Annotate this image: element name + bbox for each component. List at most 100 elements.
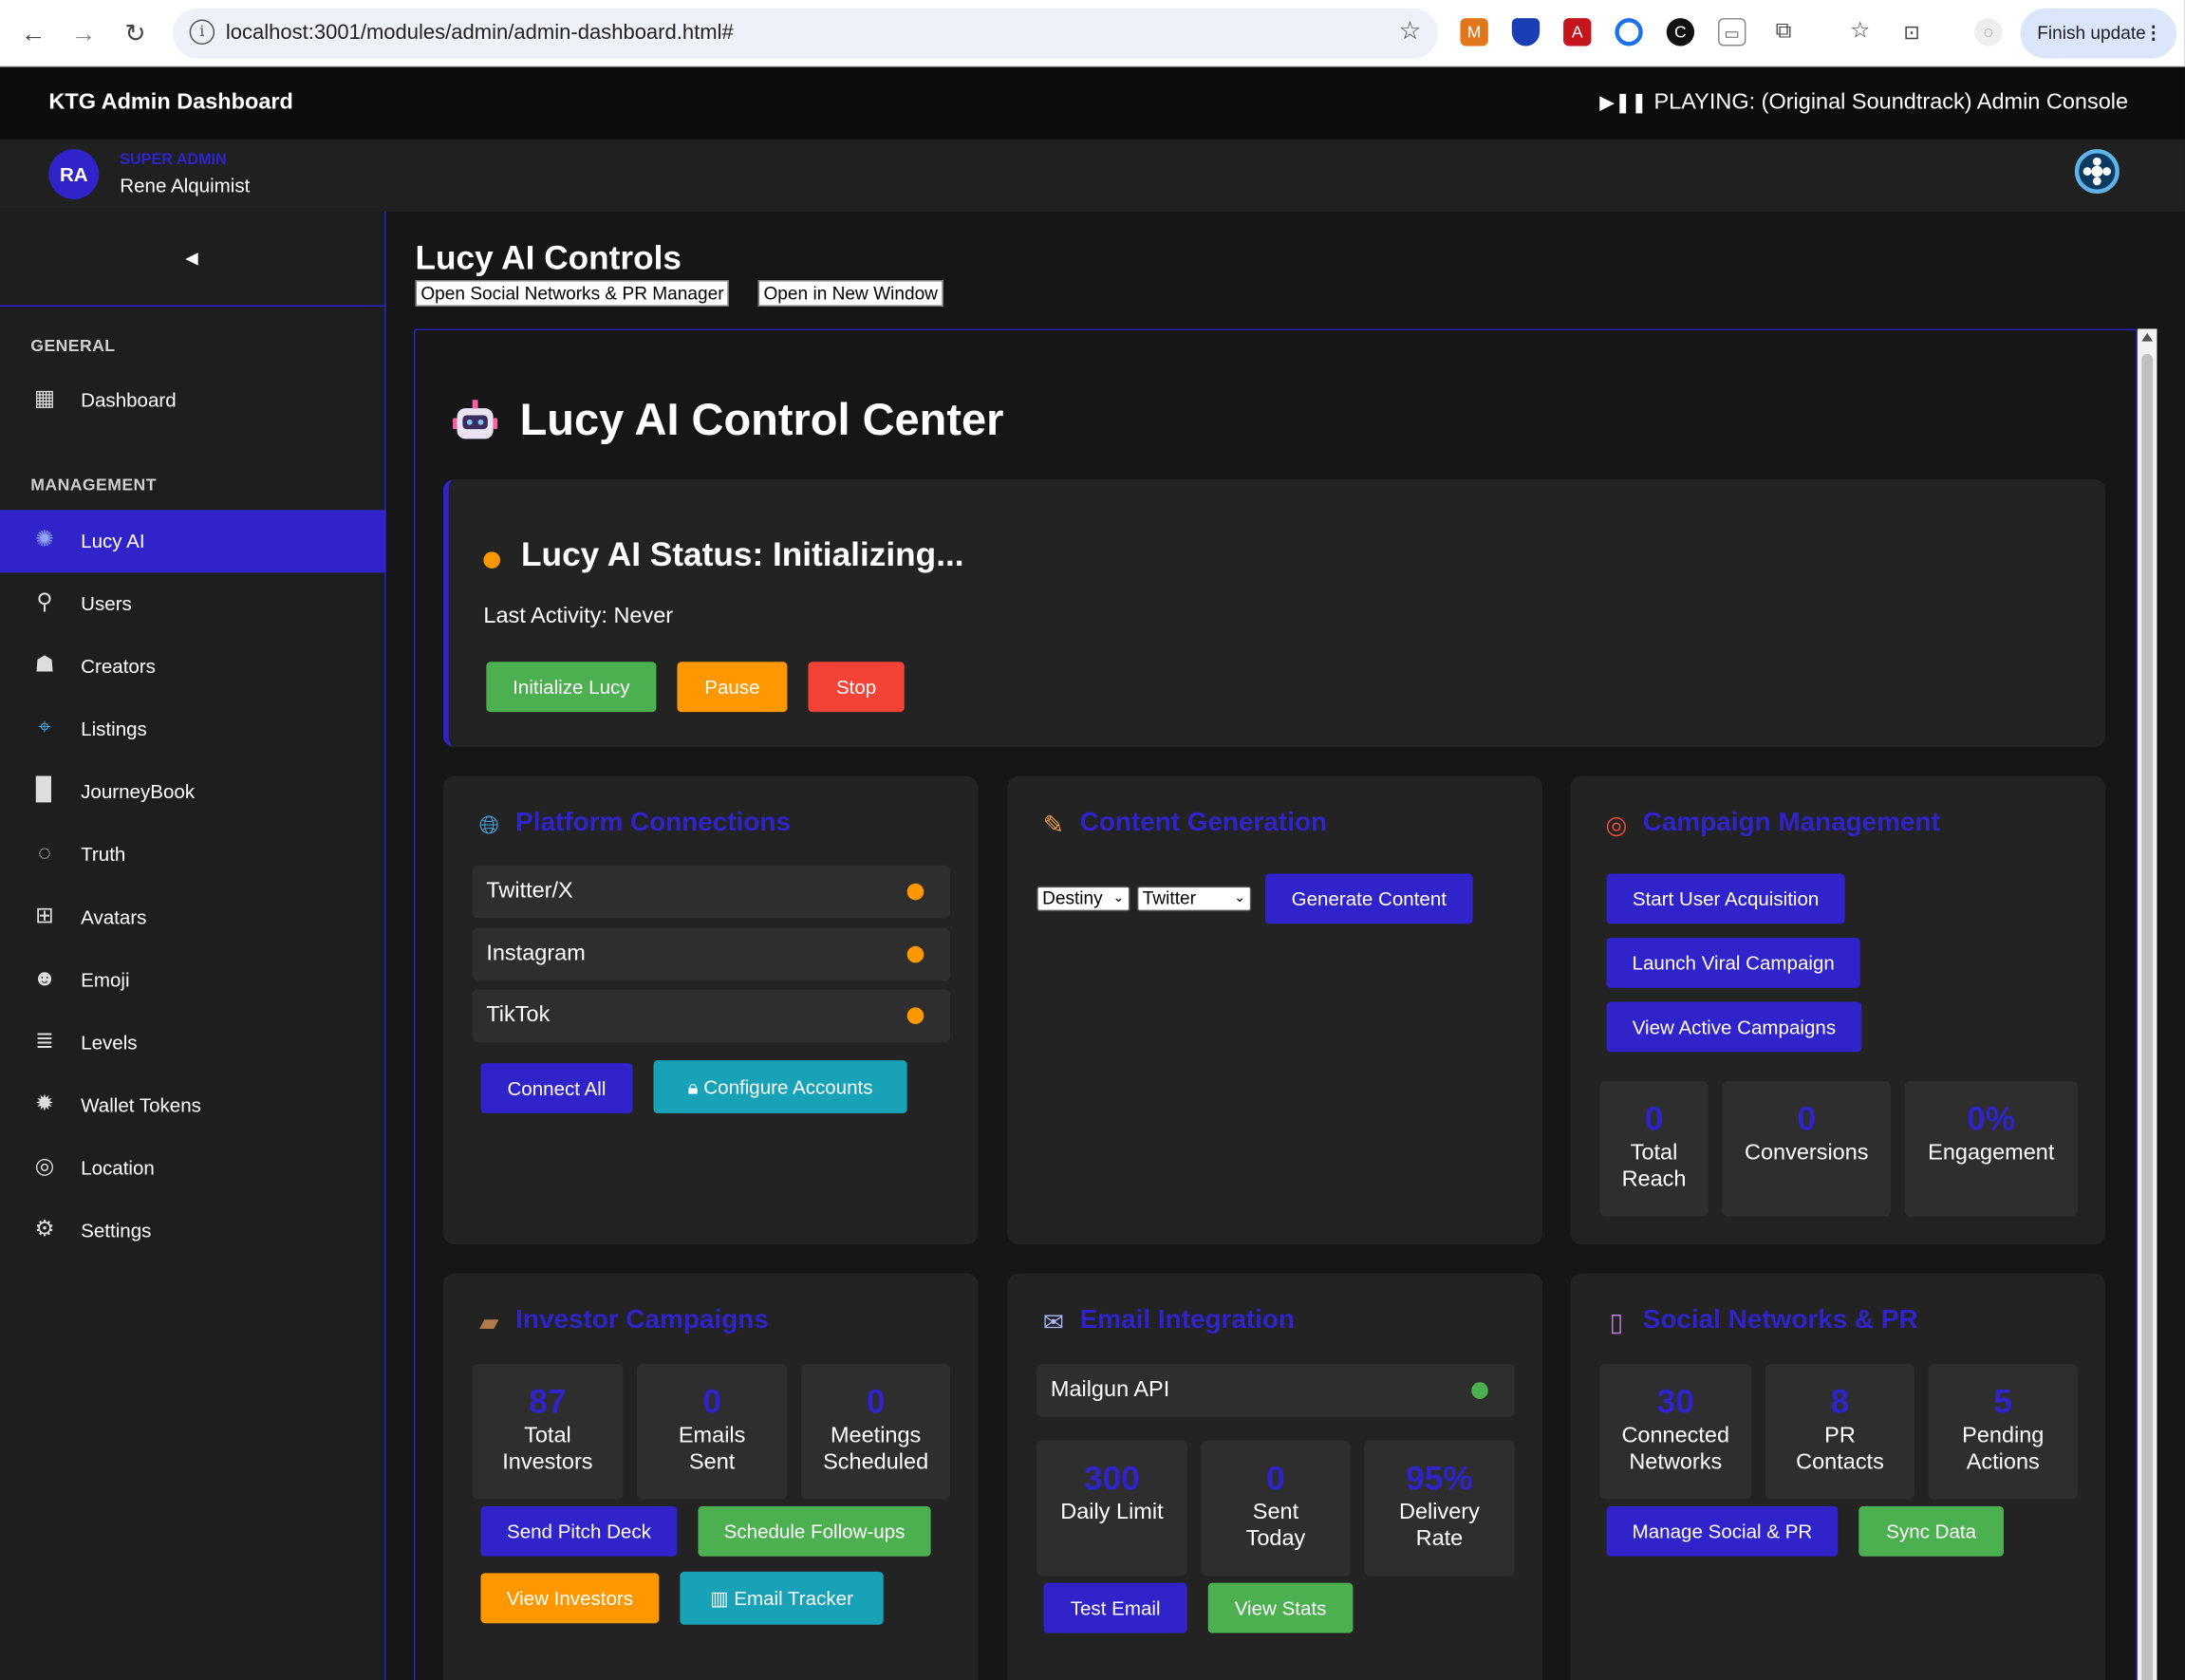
memo-icon: ✎ <box>1042 811 1064 839</box>
collapse-sidebar-icon[interactable]: ◀ <box>185 248 198 268</box>
page-title: Lucy AI Controls <box>415 239 682 278</box>
sidebar-item-settings[interactable]: ⚙ Settings <box>0 1200 386 1262</box>
more-menu-icon[interactable]: ⋮ <box>2144 9 2162 59</box>
sync-data-button[interactable]: Sync Data <box>1858 1505 2004 1557</box>
sidebar-item-journeybook[interactable]: ▉ JourneyBook <box>0 761 386 824</box>
send-pitch-deck-button[interactable]: Send Pitch Deck <box>480 1505 678 1557</box>
bomb-icon: ◌ <box>37 841 51 866</box>
scroll-up-icon[interactable] <box>2141 332 2154 342</box>
forward-icon[interactable]: → <box>66 17 100 50</box>
sidebar-item-label: Creators <box>81 654 156 678</box>
back-icon[interactable]: ← <box>17 17 50 50</box>
schedule-followups-button[interactable]: Schedule Follow-ups <box>698 1505 931 1557</box>
sidebar-item-levels[interactable]: ≣ Levels <box>0 1012 386 1074</box>
launch-viral-campaign-button[interactable]: Launch Viral Campaign <box>1606 937 1860 988</box>
sidebar-item-avatars[interactable]: ⊞ Avatars <box>0 887 386 949</box>
play-pause-icon[interactable]: ▶❚❚ <box>1599 90 1647 114</box>
target-icon: ⌖ <box>38 716 51 740</box>
email-tracker-label: Email Tracker <box>734 1587 853 1610</box>
stat-label: Connected Networks <box>1621 1424 1730 1475</box>
open-new-window-button[interactable]: Open in New Window <box>757 280 943 307</box>
sidebar-item-label: Lucy AI <box>81 529 145 552</box>
sidebar-item-label: Listings <box>81 718 147 740</box>
site-info-icon[interactable]: i <box>189 19 215 45</box>
sidebar: ◀ GENERAL ▦ Dashboard MANAGEMENT ✺ Lucy … <box>0 212 386 1680</box>
open-social-pr-button[interactable]: Open Social Networks & PR Manager <box>415 280 730 307</box>
frame-scrollbar[interactable] <box>2137 328 2157 1680</box>
stat-label: Engagement <box>1928 1141 2055 1166</box>
metamask-extension-icon[interactable]: M <box>1460 18 1488 47</box>
alien-icon: ☻ <box>32 966 57 991</box>
sidebar-item-label: JourneyBook <box>81 780 196 803</box>
pdf-extension-icon[interactable]: A <box>1563 18 1592 47</box>
email-tracker-button[interactable]: ▥ Email Tracker <box>680 1571 884 1625</box>
pause-button[interactable]: Pause <box>677 662 788 713</box>
chevron-down-icon: ⌄ <box>1112 890 1125 906</box>
platform-connections-card: 🌐︎ Platform Connections Twitter/X Instag… <box>442 775 979 1244</box>
persona-select[interactable]: Destiny ⌄ <box>1036 886 1130 912</box>
extensions-puzzle-icon[interactable]: ⧉ <box>1769 18 1798 47</box>
stat-label: PR Contacts <box>1796 1424 1884 1475</box>
start-user-acquisition-button[interactable]: Start User Acquisition <box>1606 873 1845 924</box>
stat-value: 0 <box>702 1383 721 1422</box>
sidebar-item-listings[interactable]: ⌖ Listings <box>0 698 386 760</box>
sidebar-item-lucy-ai[interactable]: ✺ Lucy AI <box>0 510 386 573</box>
reload-icon[interactable]: ↻ <box>119 17 152 50</box>
sidebar-item-emoji[interactable]: ☻ Emoji <box>0 949 386 1012</box>
manage-social-pr-button[interactable]: Manage Social & PR <box>1606 1505 1839 1557</box>
briefcase-icon: ▰ <box>479 1308 499 1336</box>
sidebar-item-label: Emoji <box>81 968 130 991</box>
sidebar-item-users[interactable]: ⚲ Users <box>0 572 386 635</box>
platform-select[interactable]: Twitter ⌄ <box>1136 886 1252 912</box>
profile-avatar-icon[interactable]: ◌ <box>1974 18 2003 47</box>
dark-extension-icon[interactable]: C <box>1666 18 1695 47</box>
connect-all-button[interactable]: Connect All <box>480 1063 633 1113</box>
test-email-button[interactable]: Test Email <box>1043 1582 1187 1633</box>
address-bar[interactable]: i localhost:3001/modules/admin/admin-das… <box>173 8 1438 59</box>
sidebar-divider <box>0 305 386 307</box>
platform-row-twitter: Twitter/X <box>472 865 951 919</box>
url-text[interactable]: localhost:3001/modules/admin/admin-dashb… <box>226 21 734 45</box>
card-title: Platform Connections <box>515 808 791 838</box>
sidebar-item-wallet-tokens[interactable]: ✹ Wallet Tokens <box>0 1074 386 1137</box>
stat-total-reach: 0 Total Reach <box>1599 1081 1709 1217</box>
stat-value: 300 <box>1084 1460 1140 1499</box>
platform-row-tiktok: TikTok <box>472 989 951 1043</box>
sidebar-item-truth[interactable]: ◌ Truth <box>0 824 386 887</box>
stat-value: 5 <box>1993 1383 2013 1422</box>
stat-label: Pending Actions <box>1962 1424 2045 1475</box>
film-reel-icon[interactable] <box>2074 149 2120 195</box>
view-investors-button[interactable]: View Investors <box>480 1573 660 1624</box>
avatar[interactable]: RA <box>48 149 100 199</box>
now-playing-text: PLAYING: (Original Soundtrack) Admin Con… <box>1653 90 2129 115</box>
token-icon: ✹ <box>35 1092 54 1116</box>
sidebar-item-label: Avatars <box>81 905 147 928</box>
lock-icon: 🔒︎ <box>687 1075 704 1098</box>
shield-extension-icon[interactable] <box>1511 18 1541 47</box>
view-active-campaigns-button[interactable]: View Active Campaigns <box>1606 1001 1862 1053</box>
bookmark-star-icon[interactable]: ☆ <box>1399 17 1422 47</box>
finish-update-button[interactable]: Finish update ⋮ <box>2020 8 2177 59</box>
search-tabs-icon[interactable]: ⊡ <box>1897 18 1926 47</box>
stat-total-investors: 87 Total Investors <box>472 1364 624 1500</box>
envelope-icon: ✉ <box>1042 1308 1064 1336</box>
stop-button[interactable]: Stop <box>808 662 905 713</box>
generate-content-button[interactable]: Generate Content <box>1264 873 1473 924</box>
view-stats-button[interactable]: View Stats <box>1207 1582 1354 1633</box>
cast-extension-icon[interactable]: ▭ <box>1718 18 1746 47</box>
chevron-down-icon: ⌄ <box>1234 890 1246 906</box>
bookmarks-icon[interactable]: ☆ <box>1846 18 1875 47</box>
sidebar-item-location[interactable]: ◎ Location <box>0 1137 386 1200</box>
stat-label: Sent Today <box>1245 1501 1306 1551</box>
stat-value: 95% <box>1406 1460 1473 1499</box>
sidebar-item-creators[interactable]: ☗ Creators <box>0 635 386 698</box>
configure-accounts-button[interactable]: 🔒︎ Configure Accounts <box>653 1060 907 1113</box>
sidebar-item-label: Wallet Tokens <box>81 1093 201 1116</box>
sidebar-item-label: Settings <box>81 1219 152 1241</box>
circle-extension-icon[interactable] <box>1615 18 1643 47</box>
chart-icon: ▥ <box>710 1587 735 1610</box>
sidebar-item-dashboard[interactable]: ▦ Dashboard <box>0 369 386 432</box>
scroll-thumb[interactable] <box>2141 353 2154 1680</box>
card-title: Content Generation <box>1079 808 1328 838</box>
initialize-lucy-button[interactable]: Initialize Lucy <box>486 662 657 713</box>
